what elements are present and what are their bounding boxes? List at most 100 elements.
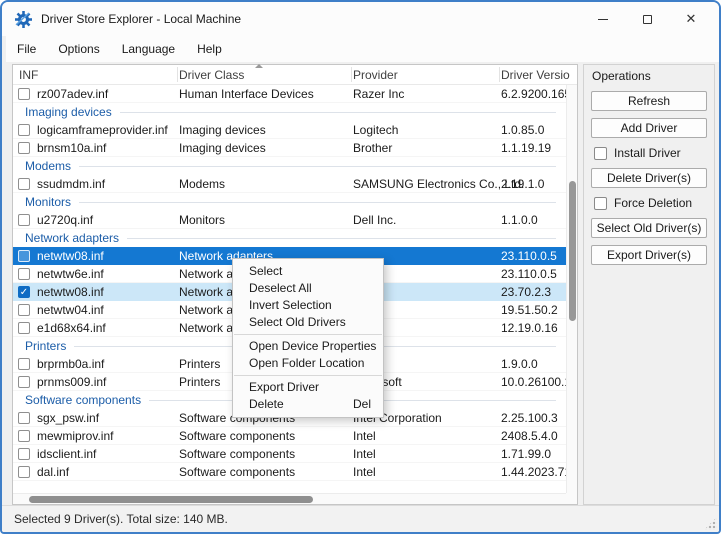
status-text: Selected 9 Driver(s). Total size: 140 MB… (14, 512, 228, 526)
provider-cell: Brother (353, 141, 393, 155)
menu-language[interactable]: Language (111, 38, 186, 60)
minimize-button[interactable] (581, 2, 625, 36)
row-checkbox-checked[interactable]: ✓ (18, 286, 30, 298)
maximize-button[interactable] (625, 2, 669, 36)
checkbox-icon[interactable] (594, 146, 607, 160)
delete-driver-s-button[interactable]: Delete Driver(s) (591, 168, 707, 188)
driver-class-cell: Software components (179, 465, 296, 479)
column-header-driver-class[interactable]: Driver Class (179, 64, 263, 85)
row-checkbox[interactable] (18, 88, 30, 100)
sort-ascending-icon (255, 64, 263, 68)
horizontal-scrollbar[interactable] (13, 493, 566, 504)
menu-item-label: Select Old Drivers (249, 315, 346, 329)
inf-cell: netwtw6e.inf (37, 267, 104, 281)
inf-cell: ssudmdm.inf (37, 177, 106, 191)
context-menu-item-deselect-all[interactable]: Deselect All (233, 280, 383, 297)
row-checkbox[interactable] (18, 376, 30, 388)
table-row-logicamframeprovider-inf[interactable]: logicamframeprovider.inf Imaging devices L… (13, 121, 566, 139)
driver-class-cell: Software components (179, 429, 296, 443)
inf-cell: netwtw04.inf (37, 303, 104, 317)
context-menu-item-open-folder-location[interactable]: Open Folder Location (233, 355, 383, 372)
context-menu-item-select[interactable]: Select (233, 263, 383, 280)
column-separator[interactable] (351, 67, 352, 82)
window-title: Driver Store Explorer - Local Machine (41, 12, 242, 26)
row-checkbox[interactable] (18, 430, 30, 442)
group-divider (79, 201, 556, 203)
group-label: Printers (25, 339, 67, 353)
menu-item-label: Select (249, 264, 283, 278)
table-row-dal-inf[interactable]: dal.inf Software components Intel 1.44.2023… (13, 463, 566, 481)
gear-icon (15, 10, 32, 28)
table-row-ssudmdm-inf[interactable]: ssudmdm.inf Modems SAMSUNG Electronics Co.… (13, 175, 566, 193)
refresh-button[interactable]: Refresh (591, 91, 707, 111)
export-driver-s-button[interactable]: Export Driver(s) (591, 245, 707, 265)
table-row-mewmiprov-inf[interactable]: mewmiprov.inf Software components Intel 240… (13, 427, 566, 445)
row-checkbox[interactable] (18, 448, 30, 460)
inf-cell: idsclient.inf (37, 447, 97, 461)
column-separator[interactable] (499, 67, 500, 82)
menu-options[interactable]: Options (47, 38, 110, 60)
maximize-icon (642, 14, 652, 24)
column-header-provider[interactable]: Provider (353, 65, 398, 85)
group-label: Monitors (25, 195, 72, 209)
row-checkbox[interactable] (18, 466, 30, 478)
column-header-inf[interactable]: INF (19, 65, 38, 85)
context-menu-item-open-device-properties[interactable]: Open Device Properties (233, 338, 383, 355)
driver-class-cell: Modems (179, 177, 226, 191)
row-checkbox[interactable] (18, 214, 30, 226)
driver-class-cell: Human Interface Devices (179, 87, 314, 101)
row-checkbox[interactable] (18, 250, 30, 262)
inf-cell: u2720q.inf (37, 213, 94, 227)
menu-file[interactable]: File (6, 38, 47, 60)
inf-cell: netwtw08.inf (37, 285, 104, 299)
column-separator[interactable] (177, 67, 178, 82)
row-checkbox[interactable] (18, 412, 30, 424)
app-window: Driver Store Explorer - Local Machine ✕ … (0, 0, 721, 534)
row-checkbox[interactable] (18, 358, 30, 370)
force-deletion-checkbox[interactable]: Force Deletion (591, 195, 707, 211)
menu-item-shortcut: Del (352, 397, 371, 411)
horizontal-scrollbar-thumb[interactable] (29, 496, 313, 503)
table-row-brnsm10a-inf[interactable]: brnsm10a.inf Imaging devices Brother 1.1.19… (13, 139, 566, 157)
checkbox-icon[interactable] (594, 196, 607, 210)
select-old-driver-s-button[interactable]: Select Old Driver(s) (591, 218, 707, 238)
row-checkbox[interactable] (18, 124, 30, 136)
group-header-monitors: Monitors (13, 193, 566, 211)
inf-cell: sgx_psw.inf (37, 411, 100, 425)
add-driver-button[interactable]: Add Driver (591, 118, 707, 138)
version-cell: 1.9.0.0 (501, 357, 538, 371)
version-cell: 1.0.85.0 (501, 123, 545, 137)
resize-grip[interactable] (704, 517, 717, 530)
version-cell: 2408.5.4.0 (501, 429, 558, 443)
window-controls: ✕ (581, 2, 713, 36)
column-header-driver-versio[interactable]: Driver Versio (501, 65, 570, 85)
inf-cell: mewmiprov.inf (37, 429, 114, 443)
provider-cell: Razer Inc (353, 87, 405, 101)
vertical-scrollbar[interactable] (566, 85, 577, 493)
driver-class-cell: Imaging devices (179, 123, 266, 137)
row-checkbox[interactable] (18, 142, 30, 154)
row-checkbox[interactable] (18, 268, 30, 280)
context-menu-item-export-driver[interactable]: Export Driver (233, 379, 383, 396)
vertical-scrollbar-thumb[interactable] (569, 181, 576, 321)
close-icon: ✕ (685, 11, 697, 26)
row-checkbox[interactable] (18, 322, 30, 334)
version-cell: 1.1.0.0 (501, 213, 538, 227)
group-divider (127, 237, 556, 239)
version-cell: 23.70.2.3 (501, 285, 552, 299)
row-checkbox[interactable] (18, 178, 30, 190)
close-button[interactable]: ✕ (669, 2, 713, 36)
context-menu-item-delete[interactable]: Delete Del (233, 396, 383, 413)
group-header-modems: Modems (13, 157, 566, 175)
row-checkbox[interactable] (18, 304, 30, 316)
version-cell: 19.51.50.2 (501, 303, 558, 317)
menu-help[interactable]: Help (186, 38, 233, 60)
context-menu-item-select-old-drivers[interactable]: Select Old Drivers (233, 314, 383, 331)
driver-class-cell: Printers (179, 357, 221, 371)
table-row-u2720q-inf[interactable]: u2720q.inf Monitors Dell Inc. 1.1.0.0 (13, 211, 566, 229)
table-row-idsclient-inf[interactable]: idsclient.inf Software components Intel 1.7… (13, 445, 566, 463)
context-menu-item-invert-selection[interactable]: Invert Selection (233, 297, 383, 314)
install-driver-checkbox[interactable]: Install Driver (591, 145, 707, 161)
group-label: Imaging devices (25, 105, 112, 119)
table-row-rz007adev-inf[interactable]: rz007adev.inf Human Interface Devices Raze… (13, 85, 566, 103)
